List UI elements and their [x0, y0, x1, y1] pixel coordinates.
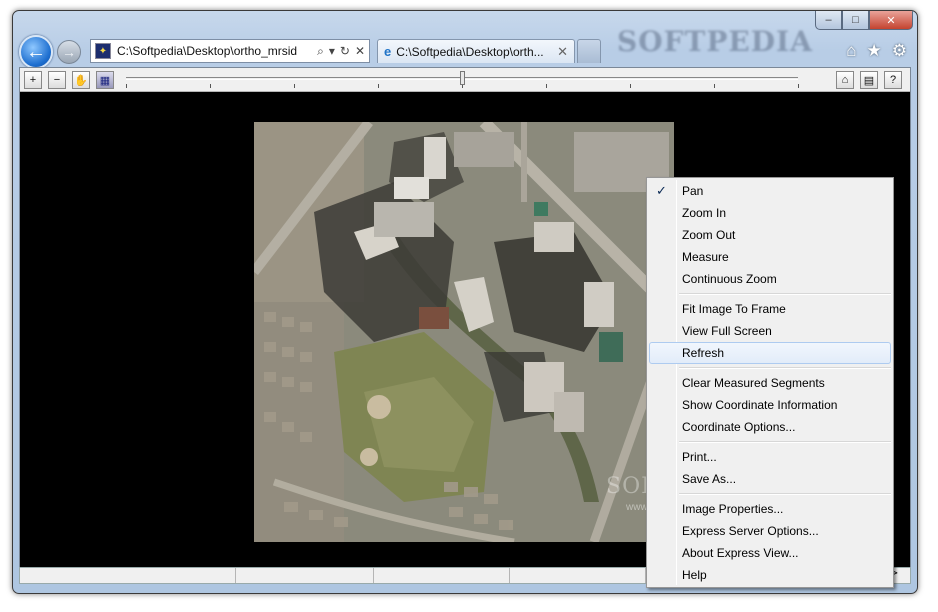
- menu-item-label: Image Properties...: [682, 502, 784, 516]
- search-icon[interactable]: ⌕: [317, 44, 324, 59]
- slider-tick: [546, 84, 547, 88]
- window-controls: ‒ □ ✕: [815, 11, 913, 30]
- menu-item-label: Save As...: [682, 472, 737, 486]
- pan-button[interactable]: ✋: [72, 71, 90, 89]
- slider-tick: [210, 84, 211, 88]
- menu-item-coordinate-options[interactable]: Coordinate Options...: [649, 416, 891, 438]
- slider-tick: [630, 84, 631, 88]
- viewer-toolbar: + − ✋ ▦ ⌂ ▤ ?: [20, 68, 910, 92]
- menu-separator: [679, 364, 891, 372]
- menu-item-label: Clear Measured Segments: [682, 376, 825, 390]
- menu-item-label: Fit Image To Frame: [682, 302, 786, 316]
- status-cell-4: [510, 568, 646, 583]
- menu-item-label: Measure: [682, 250, 729, 264]
- menu-separator: [679, 490, 891, 498]
- close-button[interactable]: ✕: [869, 11, 913, 30]
- menu-item-express-server-options[interactable]: Express Server Options...: [649, 520, 891, 542]
- home-icon[interactable]: ⌂: [846, 41, 856, 61]
- menu-item-image-properties[interactable]: Image Properties...: [649, 498, 891, 520]
- menu-item-zoom-in[interactable]: Zoom In: [649, 202, 891, 224]
- status-cell-2: [236, 568, 374, 583]
- ie-icon: e: [384, 44, 392, 59]
- browser-tab[interactable]: e C:\Softpedia\Desktop\orth... ✕: [377, 39, 575, 63]
- command-icons: ⌂ ★ ⚙: [846, 41, 907, 61]
- slider-tick: [378, 84, 379, 88]
- menu-separator: [679, 438, 891, 446]
- menu-item-zoom-out[interactable]: Zoom Out: [649, 224, 891, 246]
- favorites-icon[interactable]: ★: [867, 41, 882, 61]
- chevron-down-icon[interactable]: ▾: [329, 44, 335, 59]
- menu-separator: [679, 290, 891, 298]
- softpedia-logo: SOFTPEDIA: [617, 25, 813, 58]
- tab-title: C:\Softpedia\Desktop\orth...: [396, 44, 544, 59]
- zoom-in-button[interactable]: +: [24, 71, 42, 89]
- menu-item-label: Zoom In: [682, 206, 727, 220]
- menu-item-label: Coordinate Options...: [682, 420, 796, 434]
- menu-item-about-express-view[interactable]: About Express View...: [649, 542, 891, 564]
- zoom-slider-thumb[interactable]: [460, 71, 465, 85]
- menu-item-label: Refresh: [682, 346, 725, 360]
- navigation-buttons: ← →: [19, 35, 81, 69]
- slider-tick: [126, 84, 127, 88]
- measure-button[interactable]: ▦: [96, 71, 114, 89]
- menu-item-refresh[interactable]: Refresh: [649, 342, 891, 364]
- menu-item-label: Show Coordinate Information: [682, 398, 838, 412]
- menu-item-continuous-zoom[interactable]: Continuous Zoom: [649, 268, 891, 290]
- menu-item-view-full-screen[interactable]: View Full Screen: [649, 320, 891, 342]
- refresh-icon[interactable]: ↻: [340, 44, 350, 59]
- menu-item-label: Express Server Options...: [682, 524, 819, 538]
- menu-item-label: View Full Screen: [682, 324, 772, 338]
- address-tools: ⌕ ▾ ↻ ✕: [317, 44, 365, 59]
- properties-button[interactable]: ▤: [860, 71, 878, 89]
- gear-icon[interactable]: ⚙: [892, 41, 907, 61]
- back-button[interactable]: ←: [19, 35, 53, 69]
- menu-item-label: Pan: [682, 184, 704, 198]
- menu-item-save-as[interactable]: Save As...: [649, 468, 891, 490]
- page-favicon-icon: ✦: [95, 43, 111, 59]
- menu-item-measure[interactable]: Measure: [649, 246, 891, 268]
- menu-item-print[interactable]: Print...: [649, 446, 891, 468]
- slider-tick: [294, 84, 295, 88]
- slider-tick: [798, 84, 799, 88]
- menu-item-label: Help: [682, 568, 707, 582]
- zoom-out-button[interactable]: −: [48, 71, 66, 89]
- menu-item-clear-measured-segments[interactable]: Clear Measured Segments: [649, 372, 891, 394]
- minimize-button[interactable]: ‒: [815, 11, 842, 30]
- menu-item-label: Continuous Zoom: [682, 272, 777, 286]
- home-view-button[interactable]: ⌂: [836, 71, 854, 89]
- forward-button[interactable]: →: [57, 40, 81, 64]
- context-menu: ✓ Pan Zoom In Zoom Out Measure Continuous Zoo…: [646, 177, 894, 588]
- status-cell-main: [20, 568, 236, 583]
- menu-item-show-coordinate-information[interactable]: Show Coordinate Information: [649, 394, 891, 416]
- menu-item-label: Zoom Out: [682, 228, 736, 242]
- menu-item-fit-image-to-frame[interactable]: Fit Image To Frame: [649, 298, 891, 320]
- address-input[interactable]: C:\Softpedia\Desktop\ortho_mrsid: [117, 44, 317, 58]
- new-tab-button[interactable]: [577, 39, 601, 63]
- help-button[interactable]: ?: [884, 71, 902, 89]
- menu-item-label: Print...: [682, 450, 717, 464]
- slider-tick: [714, 84, 715, 88]
- menu-item-pan[interactable]: ✓ Pan: [649, 180, 891, 202]
- check-icon: ✓: [656, 183, 667, 198]
- maximize-button[interactable]: □: [842, 11, 869, 30]
- close-tab-icon[interactable]: ✕: [557, 44, 568, 60]
- menu-item-label: About Express View...: [682, 546, 799, 560]
- menu-item-help[interactable]: Help: [649, 564, 891, 586]
- address-bar[interactable]: ✦ C:\Softpedia\Desktop\ortho_mrsid ⌕ ▾ ↻…: [90, 39, 370, 63]
- status-cell-3: [374, 568, 510, 583]
- stop-icon[interactable]: ✕: [355, 44, 365, 59]
